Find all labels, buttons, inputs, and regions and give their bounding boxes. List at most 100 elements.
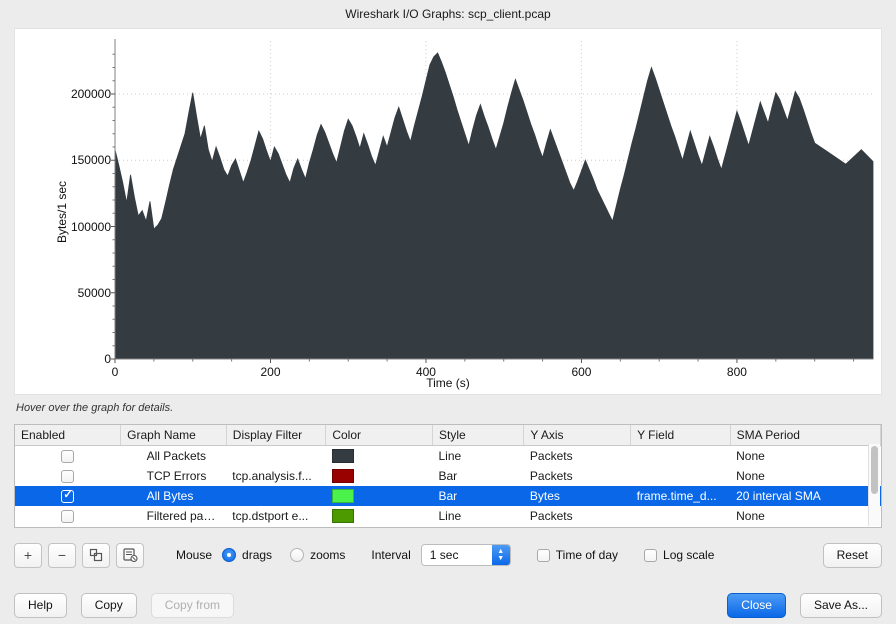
duplicate-graph-button[interactable] <box>82 543 110 568</box>
column-header-enabled[interactable]: Enabled <box>15 425 121 446</box>
chevron-up-icon[interactable]: ▲ <box>497 548 504 555</box>
mouse-drags-label[interactable]: drags <box>242 548 272 562</box>
row-enabled-cell[interactable] <box>15 486 121 506</box>
row-sma-period[interactable]: None <box>730 446 880 466</box>
row-y-field[interactable] <box>631 506 731 526</box>
window-titlebar: Wireshark I/O Graphs: scp_client.pcap <box>0 0 896 28</box>
column-header-style[interactable]: Style <box>432 425 523 446</box>
row-color-swatch[interactable] <box>332 509 354 523</box>
interval-group: Interval 1 sec ▲ ▼ <box>371 544 510 566</box>
row-color-cell[interactable] <box>326 506 433 526</box>
io-graph-plot[interactable] <box>15 29 883 396</box>
row-color-swatch[interactable] <box>332 469 354 483</box>
mouse-zooms-label[interactable]: zooms <box>310 548 345 562</box>
mouse-drags-radio[interactable] <box>222 548 236 562</box>
row-y-field[interactable] <box>631 446 731 466</box>
row-enabled-cell[interactable] <box>15 446 121 466</box>
row-sma-period[interactable]: 20 interval SMA <box>730 486 880 506</box>
row-graph-name[interactable]: Filtered pack... <box>121 506 227 526</box>
row-y-field[interactable]: frame.time_d... <box>631 486 731 506</box>
row-display-filter[interactable]: tcp.dstport e... <box>226 506 326 526</box>
interval-value[interactable]: 1 sec <box>422 545 492 565</box>
row-graph-name[interactable]: All Packets <box>121 446 227 466</box>
interval-label: Interval <box>371 548 410 562</box>
mouse-zooms-radio[interactable] <box>290 548 304 562</box>
row-display-filter[interactable] <box>226 486 326 506</box>
row-color-swatch[interactable] <box>332 489 354 503</box>
row-enabled-checkbox[interactable] <box>61 490 74 503</box>
row-graph-name[interactable]: TCP Errors <box>121 466 227 486</box>
time-of-day-checkbox[interactable] <box>537 549 550 562</box>
column-header-y-axis[interactable]: Y Axis <box>524 425 631 446</box>
column-header-sma-period[interactable]: SMA Period <box>730 425 880 446</box>
log-scale-label[interactable]: Log scale <box>663 548 714 562</box>
close-button[interactable]: Close <box>727 593 786 618</box>
controls-row: + − Mouse drags zooms Interval <box>14 538 882 572</box>
time-of-day-label[interactable]: Time of day <box>556 548 618 562</box>
column-header-graph-name[interactable]: Graph Name <box>121 425 227 446</box>
row-enabled-checkbox[interactable] <box>61 510 74 523</box>
clear-filter-button[interactable] <box>116 543 144 568</box>
log-scale-checkbox[interactable] <box>644 549 657 562</box>
table-row[interactable]: Filtered pack...tcp.dstport e... LinePack… <box>15 506 881 526</box>
row-style[interactable]: Bar <box>432 486 523 506</box>
row-color-cell[interactable] <box>326 466 433 486</box>
table-header-row: Enabled Graph Name Display Filter Color … <box>15 425 881 446</box>
time-of-day-group[interactable]: Time of day <box>537 548 618 562</box>
io-graph-panel[interactable]: Bytes/1 sec 050000100000150000200000 020… <box>14 28 882 395</box>
add-graph-button[interactable]: + <box>14 543 42 568</box>
table-row[interactable]: All Bytes BarBytesframe.time_d...20 inter… <box>15 486 881 506</box>
row-sma-period[interactable]: None <box>730 506 880 526</box>
chevron-down-icon[interactable]: ▼ <box>497 555 504 562</box>
mouse-label: Mouse <box>176 548 212 562</box>
window-title: Wireshark I/O Graphs: scp_client.pcap <box>345 7 550 21</box>
plus-icon: + <box>24 548 32 562</box>
row-graph-name-text: All Packets <box>127 449 206 463</box>
graphs-table[interactable]: Enabled Graph Name Display Filter Color … <box>14 424 882 528</box>
stepper-arrows-icon[interactable]: ▲ ▼ <box>492 545 510 565</box>
graph-hover-hint: Hover over the graph for details. <box>16 402 173 414</box>
log-scale-group[interactable]: Log scale <box>644 548 714 562</box>
row-y-axis[interactable]: Bytes <box>524 486 631 506</box>
copy-button[interactable]: Copy <box>81 593 137 618</box>
column-header-display-filter[interactable]: Display Filter <box>226 425 326 446</box>
row-y-axis[interactable]: Packets <box>524 466 631 486</box>
row-enabled-cell[interactable] <box>15 466 121 486</box>
table-body[interactable]: All PacketsLinePacketsNoneTCP Errorstcp.… <box>15 446 881 526</box>
table-row[interactable]: TCP Errors tcp.analysis.f... BarPackets Non… <box>15 466 881 486</box>
minus-icon: − <box>58 548 66 562</box>
reset-button[interactable]: Reset <box>823 543 882 568</box>
row-enabled-checkbox[interactable] <box>61 470 74 483</box>
row-style[interactable]: Line <box>432 506 523 526</box>
row-enabled-checkbox[interactable] <box>61 450 74 463</box>
row-graph-name[interactable]: All Bytes <box>121 486 227 506</box>
row-display-filter[interactable]: tcp.analysis.f... <box>226 466 326 486</box>
row-y-axis[interactable]: Packets <box>524 506 631 526</box>
table-row[interactable]: All Packets LinePackets None <box>15 446 881 466</box>
row-display-filter[interactable] <box>226 446 326 466</box>
column-header-color[interactable]: Color <box>326 425 433 446</box>
copy-from-button[interactable]: Copy from <box>151 593 234 618</box>
row-sma-period[interactable]: None <box>730 466 880 486</box>
row-graph-name-text: TCP Errors <box>127 469 207 483</box>
row-enabled-cell[interactable] <box>15 506 121 526</box>
row-y-axis[interactable]: Packets <box>524 446 631 466</box>
row-color-swatch[interactable] <box>332 449 354 463</box>
clear-filter-icon <box>123 548 138 562</box>
table-scrollbar[interactable] <box>868 444 880 526</box>
duplicate-icon <box>89 548 103 562</box>
row-graph-name-text: Filtered pack... <box>127 509 226 523</box>
save-as-button[interactable]: Save As... <box>800 593 882 618</box>
table-scrollbar-thumb[interactable] <box>871 446 878 494</box>
remove-graph-button[interactable]: − <box>48 543 76 568</box>
help-button[interactable]: Help <box>14 593 67 618</box>
column-header-y-field[interactable]: Y Field <box>631 425 731 446</box>
interval-stepper[interactable]: 1 sec ▲ ▼ <box>421 544 511 566</box>
x-axis-label: Time (s) <box>15 376 881 390</box>
row-y-field[interactable] <box>631 466 731 486</box>
plot-area[interactable]: Bytes/1 sec 050000100000150000200000 020… <box>15 29 881 394</box>
row-style[interactable]: Bar <box>432 466 523 486</box>
row-style[interactable]: Line <box>432 446 523 466</box>
row-color-cell[interactable] <box>326 486 433 506</box>
row-color-cell[interactable] <box>326 446 433 466</box>
